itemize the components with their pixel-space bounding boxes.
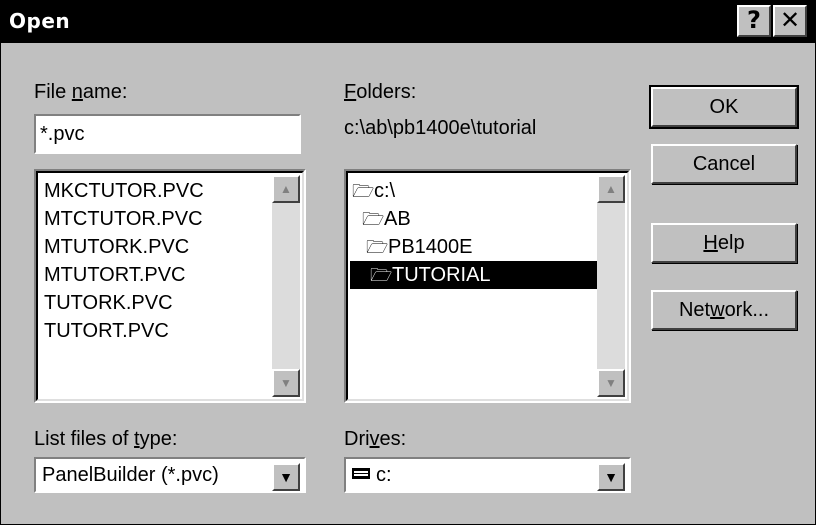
folder-item-tutorial[interactable]: 🗁TUTORIAL xyxy=(350,261,600,289)
question-mark-icon: ? xyxy=(747,6,761,34)
open-folder-icon: 🗁 xyxy=(366,237,389,257)
list-item[interactable]: MKCTUTOR.PVC xyxy=(42,177,270,205)
folder-tree-scrollbar[interactable]: ▲ ▼ xyxy=(597,175,625,397)
file-type-select[interactable]: PanelBuilder (*.pvc) ▼ xyxy=(34,457,306,493)
network-button[interactable]: Network... xyxy=(651,290,797,330)
close-icon: ✕ xyxy=(779,6,801,34)
cancel-button[interactable]: Cancel xyxy=(651,144,797,184)
scroll-down-icon[interactable]: ▼ xyxy=(597,369,625,397)
scroll-down-icon[interactable]: ▼ xyxy=(272,369,300,397)
dialog-title: Open xyxy=(9,9,71,33)
close-button[interactable]: ✕ xyxy=(773,5,807,37)
folder-item-pb1400e[interactable]: 🗁PB1400E xyxy=(366,233,473,261)
folder-item-ab[interactable]: 🗁AB xyxy=(362,205,411,233)
list-item[interactable]: MTUTORT.PVC xyxy=(42,261,270,289)
file-type-label: List files of type: xyxy=(34,428,178,450)
drives-select[interactable]: c: ▼ xyxy=(344,457,631,493)
folder-tree[interactable]: 🗁c:\ 🗁AB 🗁PB1400E 🗁TUTORIAL ▲ ▼ xyxy=(344,169,631,403)
open-folder-icon: 🗁 xyxy=(370,265,393,285)
file-name-input[interactable] xyxy=(34,114,301,154)
chevron-down-icon[interactable]: ▼ xyxy=(597,463,625,491)
open-folder-icon: 🗁 xyxy=(362,209,385,229)
list-item[interactable]: MTUTORK.PVC xyxy=(42,233,270,261)
drives-label: Drives: xyxy=(344,428,407,450)
help-button[interactable]: Help xyxy=(651,223,797,263)
folders-label: Folders: xyxy=(344,81,417,103)
list-item[interactable]: TUTORT.PVC xyxy=(42,317,270,345)
file-list-scrollbar[interactable]: ▲ ▼ xyxy=(272,175,300,397)
current-folder-path: c:\ab\pb1400e\tutorial xyxy=(344,117,537,139)
list-item[interactable]: MTCTUTOR.PVC xyxy=(42,205,270,233)
open-folder-icon: 🗁 xyxy=(352,181,375,201)
scroll-up-icon[interactable]: ▲ xyxy=(597,175,625,203)
help-title-button[interactable]: ? xyxy=(737,5,771,37)
open-dialog: Open ? ✕ File name: MKCTUTOR.PVC MTCTUTO… xyxy=(0,0,816,525)
chevron-down-icon[interactable]: ▼ xyxy=(272,463,300,491)
folder-item-c[interactable]: 🗁c:\ xyxy=(352,177,395,205)
list-item[interactable]: TUTORK.PVC xyxy=(42,289,270,317)
file-name-label: File name: xyxy=(34,81,128,103)
drives-value: c: xyxy=(352,459,392,491)
title-bar[interactable]: Open ? ✕ xyxy=(1,1,815,43)
drive-icon xyxy=(352,468,370,480)
file-type-value: PanelBuilder (*.pvc) xyxy=(42,464,219,486)
ok-button[interactable]: OK xyxy=(649,85,799,129)
scroll-up-icon[interactable]: ▲ xyxy=(272,175,300,203)
file-list[interactable]: MKCTUTOR.PVC MTCTUTOR.PVC MTUTORK.PVC MT… xyxy=(34,169,306,403)
